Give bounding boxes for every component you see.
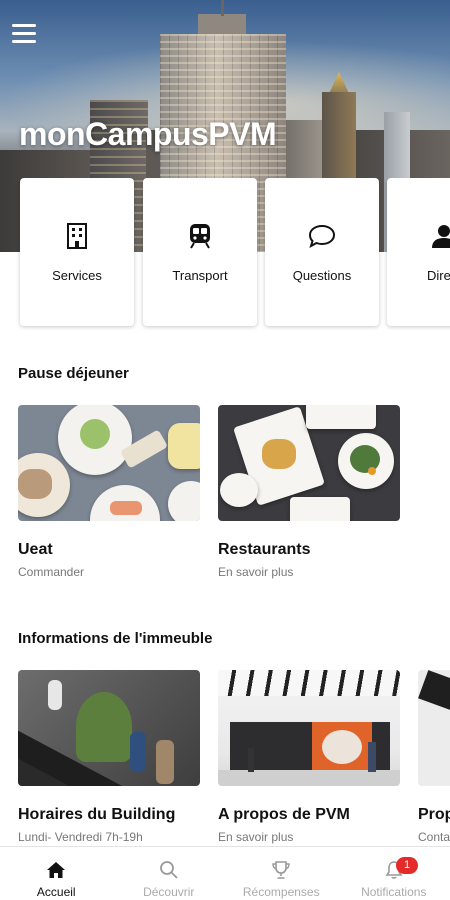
section-title-lunch: Pause déjeuner [18, 365, 129, 382]
card-subtitle: Lundi- Vendredi 7h-19h [18, 830, 143, 844]
building-carousel[interactable]: Horaires du Building Lundi- Vendredi 7h-… [0, 670, 450, 846]
restaurant-food-image [218, 405, 400, 521]
card-building-hours[interactable]: Horaires du Building Lundi- Vendredi 7h-… [18, 670, 200, 844]
train-icon [186, 222, 214, 250]
hamburger-menu-icon[interactable] [12, 24, 36, 46]
card-subtitle: Commander [18, 565, 85, 579]
home-icon [45, 859, 67, 881]
nav-rewards[interactable]: Récompenses [225, 847, 338, 900]
lobby-image [218, 670, 400, 786]
trophy-icon [270, 859, 292, 881]
card-about-pvm[interactable]: A propos de PVM En savoir plus [218, 670, 400, 844]
search-icon [158, 859, 180, 881]
card-subtitle: En savoir plus [218, 565, 294, 579]
building-icon [63, 222, 91, 250]
escalator-image [18, 670, 200, 786]
card-subtitle: En savoir plus [218, 830, 294, 844]
partial-card-image [418, 670, 450, 786]
nav-label: Découvrir [143, 885, 195, 899]
bottom-navigation: Accueil Découvrir Récompenses 1 Notifica… [0, 846, 450, 900]
chat-bubble-icon [308, 222, 336, 250]
card-title: Restaurants [218, 541, 311, 558]
card-title: Prop [418, 806, 450, 823]
card-title: Horaires du Building [18, 806, 176, 823]
quick-action-transport[interactable]: Transport [143, 178, 257, 326]
quick-action-label: Services [52, 268, 102, 283]
quick-actions-row[interactable]: Services Transport Questions Direct [0, 178, 450, 330]
card-partial[interactable]: Prop Conta [418, 670, 450, 844]
nav-label: Accueil [36, 885, 76, 899]
nav-notifications[interactable]: 1 Notifications [338, 847, 450, 900]
quick-action-label: Transport [172, 268, 228, 283]
app-title: monCampusPVM [19, 116, 277, 152]
quick-action-label: Questions [292, 268, 352, 283]
quick-action-label: Direct [427, 268, 450, 283]
skyline-antenna [221, 0, 224, 16]
card-subtitle: Conta [418, 830, 450, 844]
person-icon [430, 222, 450, 250]
nav-label: Récompenses [242, 885, 320, 899]
card-title: A propos de PVM [218, 806, 350, 823]
card-restaurants[interactable]: Restaurants En savoir plus [218, 405, 400, 579]
notification-badge: 1 [396, 857, 418, 874]
nav-label: Notifications [361, 885, 427, 899]
quick-action-services[interactable]: Services [20, 178, 134, 326]
skyline-building-top [198, 14, 246, 36]
quick-action-directory[interactable]: Direct [387, 178, 450, 326]
quick-action-questions[interactable]: Questions [265, 178, 379, 326]
card-title: Ueat [18, 541, 53, 558]
ueat-food-image [18, 405, 200, 521]
card-ueat[interactable]: Ueat Commander [18, 405, 200, 579]
lunch-carousel[interactable]: Ueat Commander Restaurants En savoir plu… [0, 405, 450, 585]
nav-discover[interactable]: Découvrir [113, 847, 226, 900]
section-title-building: Informations de l'immeuble [18, 630, 213, 647]
nav-home[interactable]: Accueil [0, 847, 113, 900]
